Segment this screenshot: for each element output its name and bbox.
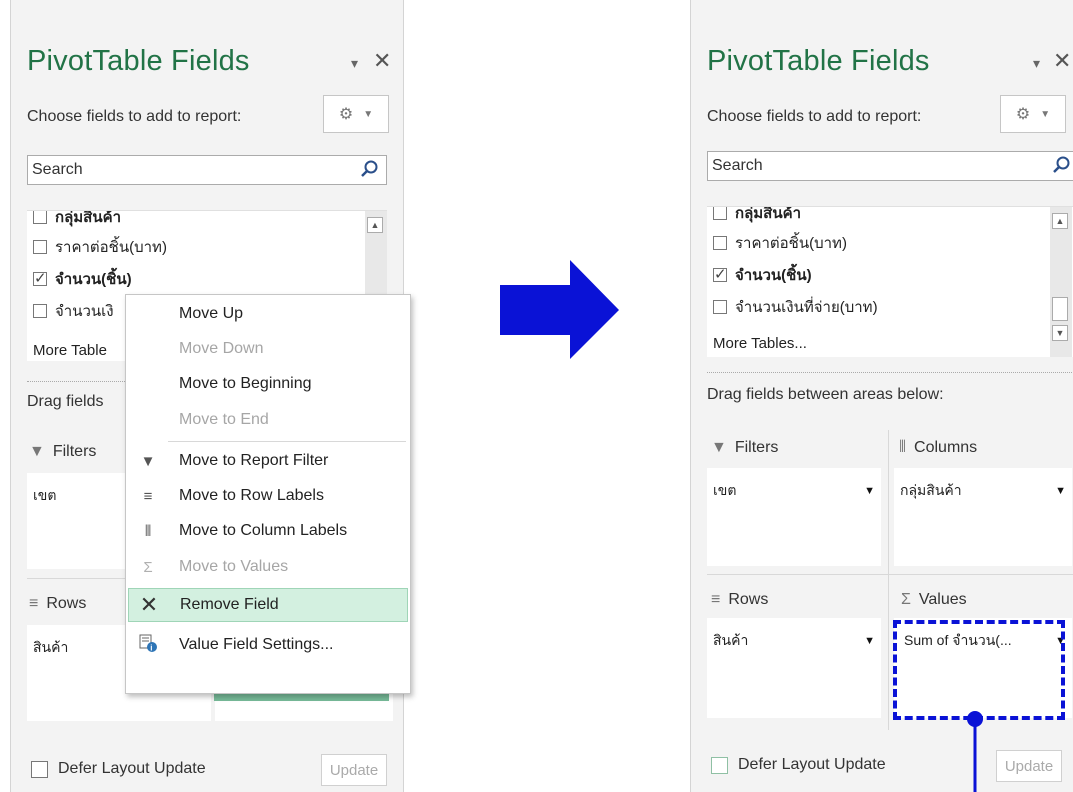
gear-icon: ⚙ [1015,106,1031,123]
checkbox[interactable] [33,304,47,318]
values-area-highlight [893,620,1065,720]
field-item[interactable]: จำนวน(ชิ้น) [33,267,132,291]
menu-item-move-to-report-filter[interactable]: ▼ Move to Report Filter [128,444,408,478]
search-field[interactable] [707,151,1073,181]
scroll-thumb[interactable] [1052,297,1068,321]
divider [888,430,889,730]
annotation-pointer [967,711,983,792]
menu-item-move-to-column-labels[interactable]: ⦀ Move to Column Labels [128,514,408,548]
pane-options-chevron-icon[interactable]: ▾ [351,55,358,72]
field-item[interactable]: กลุ่มสินค้า [713,207,801,225]
more-tables-link[interactable]: More Table [33,342,107,359]
update-button[interactable]: Update [996,750,1062,782]
checkbox[interactable] [713,236,727,250]
column-field-chip[interactable]: กลุ่มสินค้า ▼ [900,478,1066,504]
tools-button[interactable]: ⚙ ▼ [1000,95,1066,133]
scrollbar[interactable]: ▲ ▼ [1050,207,1072,357]
tools-button[interactable]: ⚙ ▼ [323,95,389,133]
defer-layout-update[interactable]: Defer Layout Update [31,760,206,778]
scroll-down-icon[interactable]: ▼ [1052,325,1068,341]
panel-title: PivotTable Fields [27,45,250,77]
menu-item-move-down[interactable]: Move Down [128,332,408,366]
filters-header: ▼ Filters [711,439,779,456]
field-item[interactable]: กลุ่มสินค้า [33,211,121,229]
field-item[interactable]: ราคาต่อชิ้น(บาท) [33,235,167,259]
defer-layout-update[interactable]: Defer Layout Update [711,756,886,774]
checkbox[interactable] [31,760,48,778]
dropdown-arrow-icon[interactable]: ▼ [864,485,875,497]
checkbox[interactable] [711,756,728,774]
close-icon[interactable]: ✕ [1053,48,1071,74]
field-item[interactable]: จำนวนเงิ [33,299,114,323]
rows-icon: ≡ [29,595,39,612]
columns-area[interactable]: กลุ่มสินค้า ▼ [894,468,1072,566]
filter-field-chip[interactable]: เขต ▼ [713,478,875,504]
field-item[interactable]: จำนวนเงินที่จ่าย(บาท) [713,295,878,319]
filter-icon: ▼ [29,443,45,460]
svg-text:i: i [150,644,152,653]
columns-icon: ⦀ [899,439,907,456]
search-icon[interactable] [1052,155,1072,175]
panel-title: PivotTable Fields [707,45,930,77]
checkbox[interactable] [713,207,727,220]
gear-icon: ⚙ [338,106,354,123]
more-tables-link[interactable]: More Tables... [713,335,807,352]
columns-header: ⦀ Columns [899,439,978,456]
chevron-down-icon: ▼ [1040,108,1051,120]
filters-header: ▼ Filters [29,443,97,460]
values-header: Σ Values [901,591,967,608]
checkbox[interactable] [713,265,727,283]
drag-fields-label: Drag fields between areas below: [707,386,944,403]
filter-icon: ▼ [711,439,727,456]
checkbox[interactable] [713,300,727,314]
columns-icon: ⦀ [144,522,152,540]
pane-options-chevron-icon[interactable]: ▾ [1033,55,1040,72]
rows-icon: ≡ [143,487,153,505]
menu-item-move-to-row-labels[interactable]: ≡ Move to Row Labels [128,479,408,513]
remove-x-icon: ✕ [139,592,159,617]
rows-header: ≡ Rows [711,591,769,608]
scroll-up-icon[interactable]: ▲ [367,217,383,233]
chevron-down-icon: ▼ [363,108,374,120]
dropdown-arrow-icon[interactable]: ▼ [864,635,875,647]
menu-item-move-up[interactable]: Move Up [128,297,408,331]
field-settings-icon: i [138,633,158,657]
dropdown-arrow-icon[interactable]: ▼ [1055,485,1066,497]
rows-icon: ≡ [711,591,721,608]
field-item[interactable]: จำนวน(ชิ้น) [713,263,812,287]
search-icon[interactable] [360,159,380,179]
filter-icon: ▼ [140,452,156,470]
field-context-menu: Move Up Move Down Move to Beginning Move… [125,294,411,694]
drag-fields-label: Drag fields [27,393,104,410]
menu-item-move-to-beginning[interactable]: Move to Beginning [128,367,408,401]
field-list: กลุ่มสินค้า ราคาต่อชิ้น(บาท) จำนวน(ชิ้น)… [707,206,1073,357]
arrow-right-icon [500,260,619,359]
checkbox[interactable] [33,240,47,254]
menu-item-value-field-settings[interactable]: i Value Field Settings... [128,628,408,662]
row-field-chip[interactable]: สินค้า ▼ [713,628,875,654]
search-input[interactable] [708,152,1042,180]
field-item[interactable]: ราคาต่อชิ้น(บาท) [713,231,847,255]
close-icon[interactable]: ✕ [373,48,391,74]
menu-item-move-to-values[interactable]: Σ Move to Values [128,550,408,584]
checkbox[interactable] [33,269,47,287]
sigma-icon: Σ [143,558,153,576]
menu-separator [168,441,406,442]
sigma-icon: Σ [901,591,911,608]
filters-area[interactable]: เขต ▼ [707,468,881,566]
rows-area[interactable]: สินค้า ▼ [707,618,881,718]
divider [707,574,1073,575]
menu-item-move-to-end[interactable]: Move to End [128,403,408,437]
checkbox[interactable] [33,211,47,224]
choose-fields-label: Choose fields to add to report: [707,108,922,125]
search-field[interactable] [27,155,387,185]
search-input[interactable] [28,156,352,184]
divider [707,372,1073,373]
update-button[interactable]: Update [321,754,387,786]
choose-fields-label: Choose fields to add to report: [27,108,242,125]
rows-header: ≡ Rows [29,595,87,612]
scroll-up-icon[interactable]: ▲ [1052,213,1068,229]
menu-item-remove-field[interactable]: ✕ Remove Field [128,588,408,622]
